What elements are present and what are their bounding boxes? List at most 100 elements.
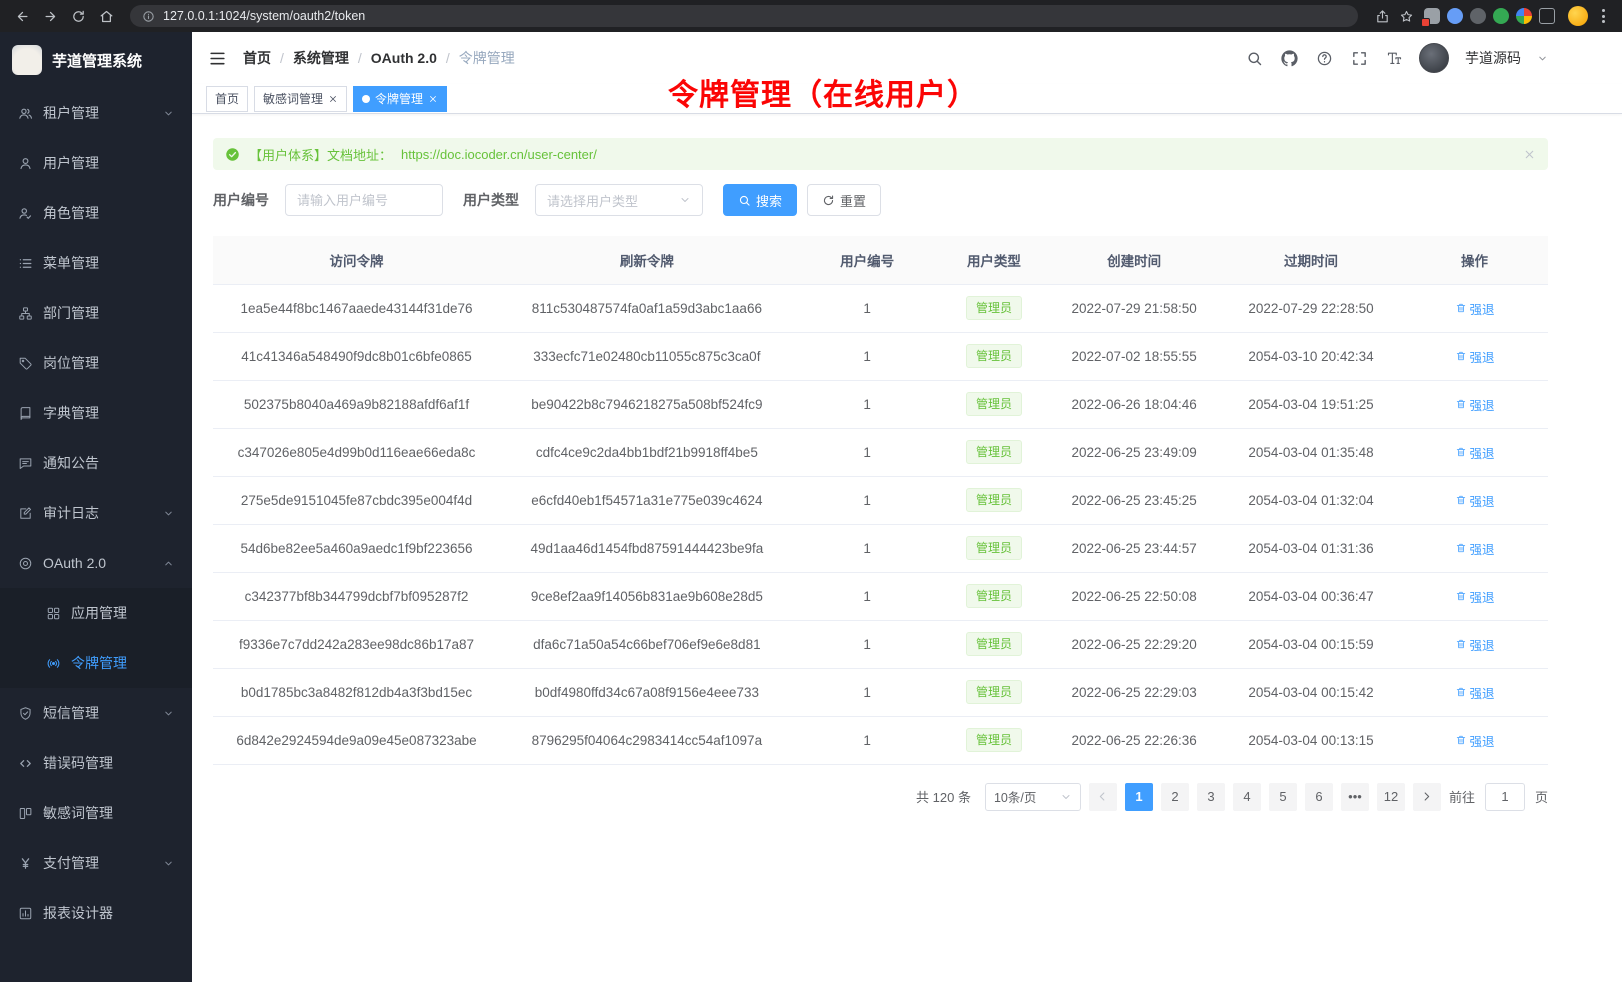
- share-icon[interactable]: [1370, 4, 1394, 28]
- extension-badge: [1421, 18, 1430, 27]
- github-icon[interactable]: [1281, 50, 1298, 67]
- page-number-button[interactable]: 12: [1377, 783, 1405, 811]
- sidebar-collapse-icon[interactable]: [208, 49, 227, 68]
- user-id-cell: 1: [794, 716, 941, 764]
- breadcrumb-item[interactable]: 首页: [243, 48, 271, 68]
- sidebar-menu-item[interactable]: 租户管理: [0, 88, 192, 138]
- close-icon[interactable]: [328, 94, 338, 104]
- user-avatar[interactable]: [1419, 43, 1449, 73]
- expire-time-cell: 2054-03-04 01:31:36: [1221, 524, 1401, 572]
- reset-button-label: 重置: [840, 191, 866, 210]
- question-icon[interactable]: [1316, 50, 1333, 67]
- extension-puzzle-icon[interactable]: [1424, 8, 1440, 24]
- page-number-button[interactable]: •••: [1341, 783, 1369, 811]
- refresh-token-cell: b0df4980ffd34c67a08f9156e4eee733: [500, 668, 794, 716]
- breadcrumb-item[interactable]: OAuth 2.0: [371, 50, 437, 66]
- view-tab[interactable]: 敏感词管理: [254, 86, 347, 112]
- search-icon[interactable]: [1246, 50, 1263, 67]
- sidebar-menu-item[interactable]: 审计日志: [0, 488, 192, 538]
- user-type-select[interactable]: 请选择用户类型: [535, 184, 703, 216]
- force-logout-button[interactable]: 强退: [1455, 491, 1495, 510]
- extension-blue-icon[interactable]: [1447, 8, 1463, 24]
- force-logout-button[interactable]: 强退: [1455, 347, 1495, 366]
- page-number-button[interactable]: 4: [1233, 783, 1261, 811]
- bookmark-star-icon[interactable]: [1394, 4, 1418, 28]
- sidebar-menu-item[interactable]: 菜单管理: [0, 238, 192, 288]
- page-number-button[interactable]: 1: [1125, 783, 1153, 811]
- sidebar-menu-item[interactable]: 报表设计器: [0, 888, 192, 938]
- errorcode-icon: [18, 756, 33, 771]
- doc-link[interactable]: https://doc.iocoder.cn/user-center/: [401, 147, 597, 162]
- refresh-token-cell: dfa6c71a50a54c66bef706ef9e6e8d81: [500, 620, 794, 668]
- user-id-cell: 1: [794, 524, 941, 572]
- role-icon: [18, 206, 33, 221]
- create-time-cell: 2022-06-25 23:44:57: [1047, 524, 1221, 572]
- view-tab[interactable]: 令牌管理: [353, 86, 447, 112]
- browser-profile-avatar[interactable]: [1568, 6, 1588, 26]
- force-logout-label: 强退: [1470, 731, 1495, 750]
- post-icon: [18, 356, 33, 371]
- user-icon: [18, 156, 33, 171]
- extension-dark-icon[interactable]: [1470, 8, 1486, 24]
- sidebar-item-label: 错误码管理: [43, 753, 113, 773]
- page-number-button[interactable]: 5: [1269, 783, 1297, 811]
- sidebar-menu-item[interactable]: 支付管理: [0, 838, 192, 888]
- url-text: 127.0.0.1:1024/system/oauth2/token: [163, 9, 365, 23]
- sidebar-menu-item[interactable]: 错误码管理: [0, 738, 192, 788]
- extension-green-icon[interactable]: [1493, 8, 1509, 24]
- page-number-button[interactable]: 6: [1305, 783, 1333, 811]
- reset-button[interactable]: 重置: [807, 184, 881, 216]
- fullscreen-icon[interactable]: [1351, 50, 1368, 67]
- force-logout-button[interactable]: 强退: [1455, 635, 1495, 654]
- sidebar-menu-item[interactable]: 通知公告: [0, 438, 192, 488]
- prev-page-button[interactable]: [1089, 783, 1117, 811]
- back-icon[interactable]: [10, 4, 34, 28]
- forward-icon[interactable]: [38, 4, 62, 28]
- breadcrumb-item[interactable]: 系统管理: [293, 48, 349, 68]
- sidebar-menu-item[interactable]: 部门管理: [0, 288, 192, 338]
- search-button-label: 搜索: [756, 191, 782, 210]
- table-row: 54d6be82ee5a460a9aedc1f9bf223656 49d1aa4…: [213, 524, 1548, 572]
- force-logout-button[interactable]: 强退: [1455, 587, 1495, 606]
- access-token-cell: 41c41346a548490f9dc8b01c6bfe0865: [213, 332, 500, 380]
- alert-text: 【用户体系】文档地址：: [249, 145, 392, 164]
- app-logo: 芋道管理系统: [0, 32, 192, 88]
- next-page-button[interactable]: [1413, 783, 1441, 811]
- sidebar-menu-item[interactable]: 角色管理: [0, 188, 192, 238]
- force-logout-button[interactable]: 强退: [1455, 395, 1495, 414]
- home-icon[interactable]: [94, 4, 118, 28]
- extension-multicolor-icon[interactable]: [1516, 8, 1532, 24]
- sidebar-menu-item[interactable]: OAuth 2.0: [0, 538, 192, 588]
- sidebar-menu-item[interactable]: 用户管理: [0, 138, 192, 188]
- sidebar-menu-item[interactable]: 令牌管理: [0, 638, 192, 688]
- sidebar-menu-item[interactable]: 应用管理: [0, 588, 192, 638]
- search-button[interactable]: 搜索: [723, 184, 797, 216]
- force-logout-button[interactable]: 强退: [1455, 299, 1495, 318]
- user-id-input[interactable]: [285, 184, 443, 216]
- sidebar-menu-item[interactable]: 短信管理: [0, 688, 192, 738]
- force-logout-button[interactable]: 强退: [1455, 731, 1495, 750]
- breadcrumb-separator: /: [446, 50, 450, 66]
- page-size-select[interactable]: 10条/页: [985, 783, 1081, 811]
- browser-menu-icon[interactable]: [1595, 9, 1612, 23]
- force-logout-button[interactable]: 强退: [1455, 683, 1495, 702]
- close-icon[interactable]: [428, 94, 438, 104]
- sidebar-menu-item[interactable]: 敏感词管理: [0, 788, 192, 838]
- view-tab[interactable]: 首页: [206, 86, 248, 112]
- expire-time-cell: 2054-03-04 00:15:42: [1221, 668, 1401, 716]
- force-logout-button[interactable]: 强退: [1455, 539, 1495, 558]
- sidebar-menu-item[interactable]: 岗位管理: [0, 338, 192, 388]
- close-icon[interactable]: [1523, 148, 1536, 161]
- force-logout-button[interactable]: 强退: [1455, 443, 1495, 462]
- goto-page-input[interactable]: [1485, 783, 1525, 811]
- site-info-icon[interactable]: [142, 10, 155, 23]
- page-number-button[interactable]: 2: [1161, 783, 1189, 811]
- fontsize-icon[interactable]: [1386, 50, 1403, 67]
- table-row: 41c41346a548490f9dc8b01c6bfe0865 333ecfc…: [213, 332, 1548, 380]
- username[interactable]: 芋道源码: [1465, 48, 1521, 68]
- address-bar[interactable]: 127.0.0.1:1024/system/oauth2/token: [130, 5, 1358, 27]
- extension-panel-icon[interactable]: [1539, 8, 1555, 24]
- page-number-button[interactable]: 3: [1197, 783, 1225, 811]
- sidebar-menu-item[interactable]: 字典管理: [0, 388, 192, 438]
- reload-icon[interactable]: [66, 4, 90, 28]
